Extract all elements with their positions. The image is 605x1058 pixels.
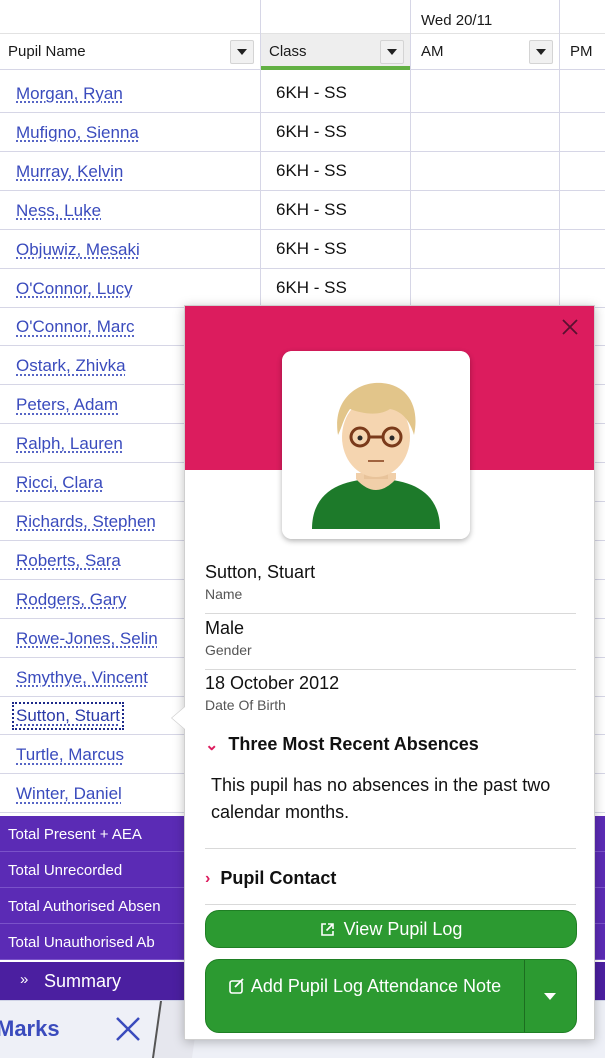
popover-pointer bbox=[172, 707, 185, 729]
divider bbox=[205, 904, 576, 905]
class-filter-dropdown[interactable] bbox=[380, 39, 404, 64]
double-chevron-down-icon: » bbox=[20, 971, 29, 988]
total-label: Total Present + AEA bbox=[8, 826, 142, 843]
field-value: Male bbox=[205, 618, 245, 638]
pupil-name-link[interactable]: Mufigno, Sienna bbox=[16, 123, 139, 143]
button-label: View Pupil Log bbox=[343, 918, 463, 939]
pupil-name-link[interactable]: Rodgers, Gary bbox=[16, 590, 127, 610]
summary-label: Summary bbox=[44, 971, 122, 991]
column-header-pupil-name[interactable]: Pupil Name bbox=[0, 34, 260, 69]
sort-indicator bbox=[261, 66, 410, 70]
column-header-am[interactable]: AM bbox=[411, 34, 559, 69]
field-label: Date Of Birth bbox=[205, 697, 286, 713]
pupil-name-link[interactable]: Roberts, Sara bbox=[16, 551, 121, 571]
close-icon[interactable] bbox=[112, 1013, 144, 1045]
pupil-name-link[interactable]: Rowe-Jones, Selin bbox=[16, 629, 158, 649]
column-header-pm[interactable]: PM bbox=[560, 34, 605, 69]
external-link-icon bbox=[320, 922, 334, 936]
pupil-name-link[interactable]: Ness, Luke bbox=[16, 201, 101, 221]
pupil-name-link[interactable]: Richards, Stephen bbox=[16, 512, 156, 532]
table-row: Mufigno, Sienna 6KH - SS bbox=[0, 113, 605, 152]
date-header: Wed 20/11 bbox=[421, 12, 493, 29]
class-cell: 6KH - SS bbox=[276, 277, 347, 297]
total-label: Total Authorised Absen bbox=[8, 898, 161, 915]
pupil-contact-toggle[interactable]: › Pupil Contact bbox=[205, 868, 336, 889]
pupil-dob-field: 18 October 2012 Date Of Birth bbox=[205, 673, 576, 725]
pupil-name-link[interactable]: Sutton, Stuart bbox=[12, 702, 124, 731]
column-label: Class bbox=[269, 43, 307, 60]
pupil-name-link[interactable]: Winter, Daniel bbox=[16, 784, 122, 804]
pupil-avatar bbox=[282, 351, 470, 539]
pupil-contact-heading: Pupil Contact bbox=[220, 868, 337, 888]
absences-section-toggle[interactable]: ⌄ Three Most Recent Absences bbox=[205, 734, 479, 755]
total-label: Total Unauthorised Ab bbox=[8, 934, 155, 951]
tab-marks[interactable]: Marks bbox=[0, 1016, 60, 1042]
pupil-name-link[interactable]: Murray, Kelvin bbox=[16, 162, 123, 182]
chevron-right-icon: › bbox=[205, 869, 211, 887]
caret-down-icon bbox=[387, 48, 397, 55]
pupil-name-link[interactable]: Smythye, Vincent bbox=[16, 668, 148, 688]
pupil-name-link[interactable]: Ricci, Clara bbox=[16, 473, 103, 493]
table-row: Murray, Kelvin 6KH - SS bbox=[0, 152, 605, 191]
field-label: Name bbox=[205, 586, 243, 602]
split-divider bbox=[524, 960, 525, 1032]
pupil-name-link[interactable]: O'Connor, Marc bbox=[16, 317, 135, 337]
view-pupil-log-button[interactable]: View Pupil Log bbox=[205, 910, 577, 948]
pupil-name-link[interactable]: O'Connor, Lucy bbox=[16, 279, 133, 299]
column-label: Pupil Name bbox=[8, 43, 86, 60]
class-cell: 6KH - SS bbox=[276, 238, 347, 258]
column-header-class[interactable]: Class bbox=[261, 34, 410, 69]
table-row: Morgan, Ryan 6KH - SS bbox=[0, 74, 605, 113]
pupil-name-link[interactable]: Ralph, Lauren bbox=[16, 434, 123, 454]
add-attendance-note-button-group: Add Pupil Log Attendance Note bbox=[205, 959, 577, 1033]
field-value: 18 October 2012 bbox=[205, 673, 340, 693]
caret-down-icon bbox=[237, 48, 247, 55]
absences-message: This pupil has no absences in the past t… bbox=[211, 775, 551, 822]
column-label: PM bbox=[570, 43, 593, 60]
field-label: Gender bbox=[205, 642, 252, 658]
am-filter-dropdown[interactable] bbox=[529, 39, 553, 64]
caret-down-icon bbox=[536, 48, 546, 55]
total-label: Total Unrecorded bbox=[8, 862, 123, 879]
pupil-gender-field: Male Gender bbox=[205, 618, 576, 670]
pupil-name-link[interactable]: Ostark, Zhivka bbox=[16, 356, 126, 376]
chevron-down-icon: ⌄ bbox=[205, 736, 219, 754]
divider bbox=[205, 848, 576, 849]
table-row: Objuwiz, Mesaki 6KH - SS bbox=[0, 230, 605, 269]
pupil-name-filter-dropdown[interactable] bbox=[230, 39, 254, 64]
pupil-avatar-icon bbox=[282, 351, 470, 539]
edit-icon bbox=[229, 978, 244, 994]
close-icon[interactable] bbox=[559, 316, 581, 338]
class-cell: 6KH - SS bbox=[276, 199, 347, 219]
caret-down-icon[interactable] bbox=[544, 993, 556, 1000]
grid-date-header-row: Wed 20/11 bbox=[0, 0, 605, 34]
class-cell: 6KH - SS bbox=[276, 121, 347, 141]
pupil-name-link[interactable]: Turtle, Marcus bbox=[16, 745, 124, 765]
add-attendance-note-button[interactable]: Add Pupil Log Attendance Note bbox=[206, 960, 524, 1032]
pupil-name-link[interactable]: Objuwiz, Mesaki bbox=[16, 240, 140, 260]
field-value: Sutton, Stuart bbox=[205, 562, 316, 582]
column-label: AM bbox=[421, 43, 444, 60]
table-row: Ness, Luke 6KH - SS bbox=[0, 191, 605, 230]
pupil-name-link[interactable]: Peters, Adam bbox=[16, 395, 118, 415]
grid-column-header-row: Pupil Name Class AM PM bbox=[0, 34, 605, 70]
class-cell: 6KH - SS bbox=[276, 160, 347, 180]
table-row: O'Connor, Lucy 6KH - SS bbox=[0, 269, 605, 308]
pupil-name-link[interactable]: Morgan, Ryan bbox=[16, 84, 123, 104]
pupil-popover: Sutton, Stuart Name Male Gender 18 Octob… bbox=[184, 305, 595, 1040]
class-cell: 6KH - SS bbox=[276, 83, 347, 102]
button-label: Add Pupil Log Attendance Note bbox=[250, 976, 502, 996]
absences-heading: Three Most Recent Absences bbox=[228, 734, 479, 754]
pupil-name-field: Sutton, Stuart Name bbox=[205, 562, 576, 614]
